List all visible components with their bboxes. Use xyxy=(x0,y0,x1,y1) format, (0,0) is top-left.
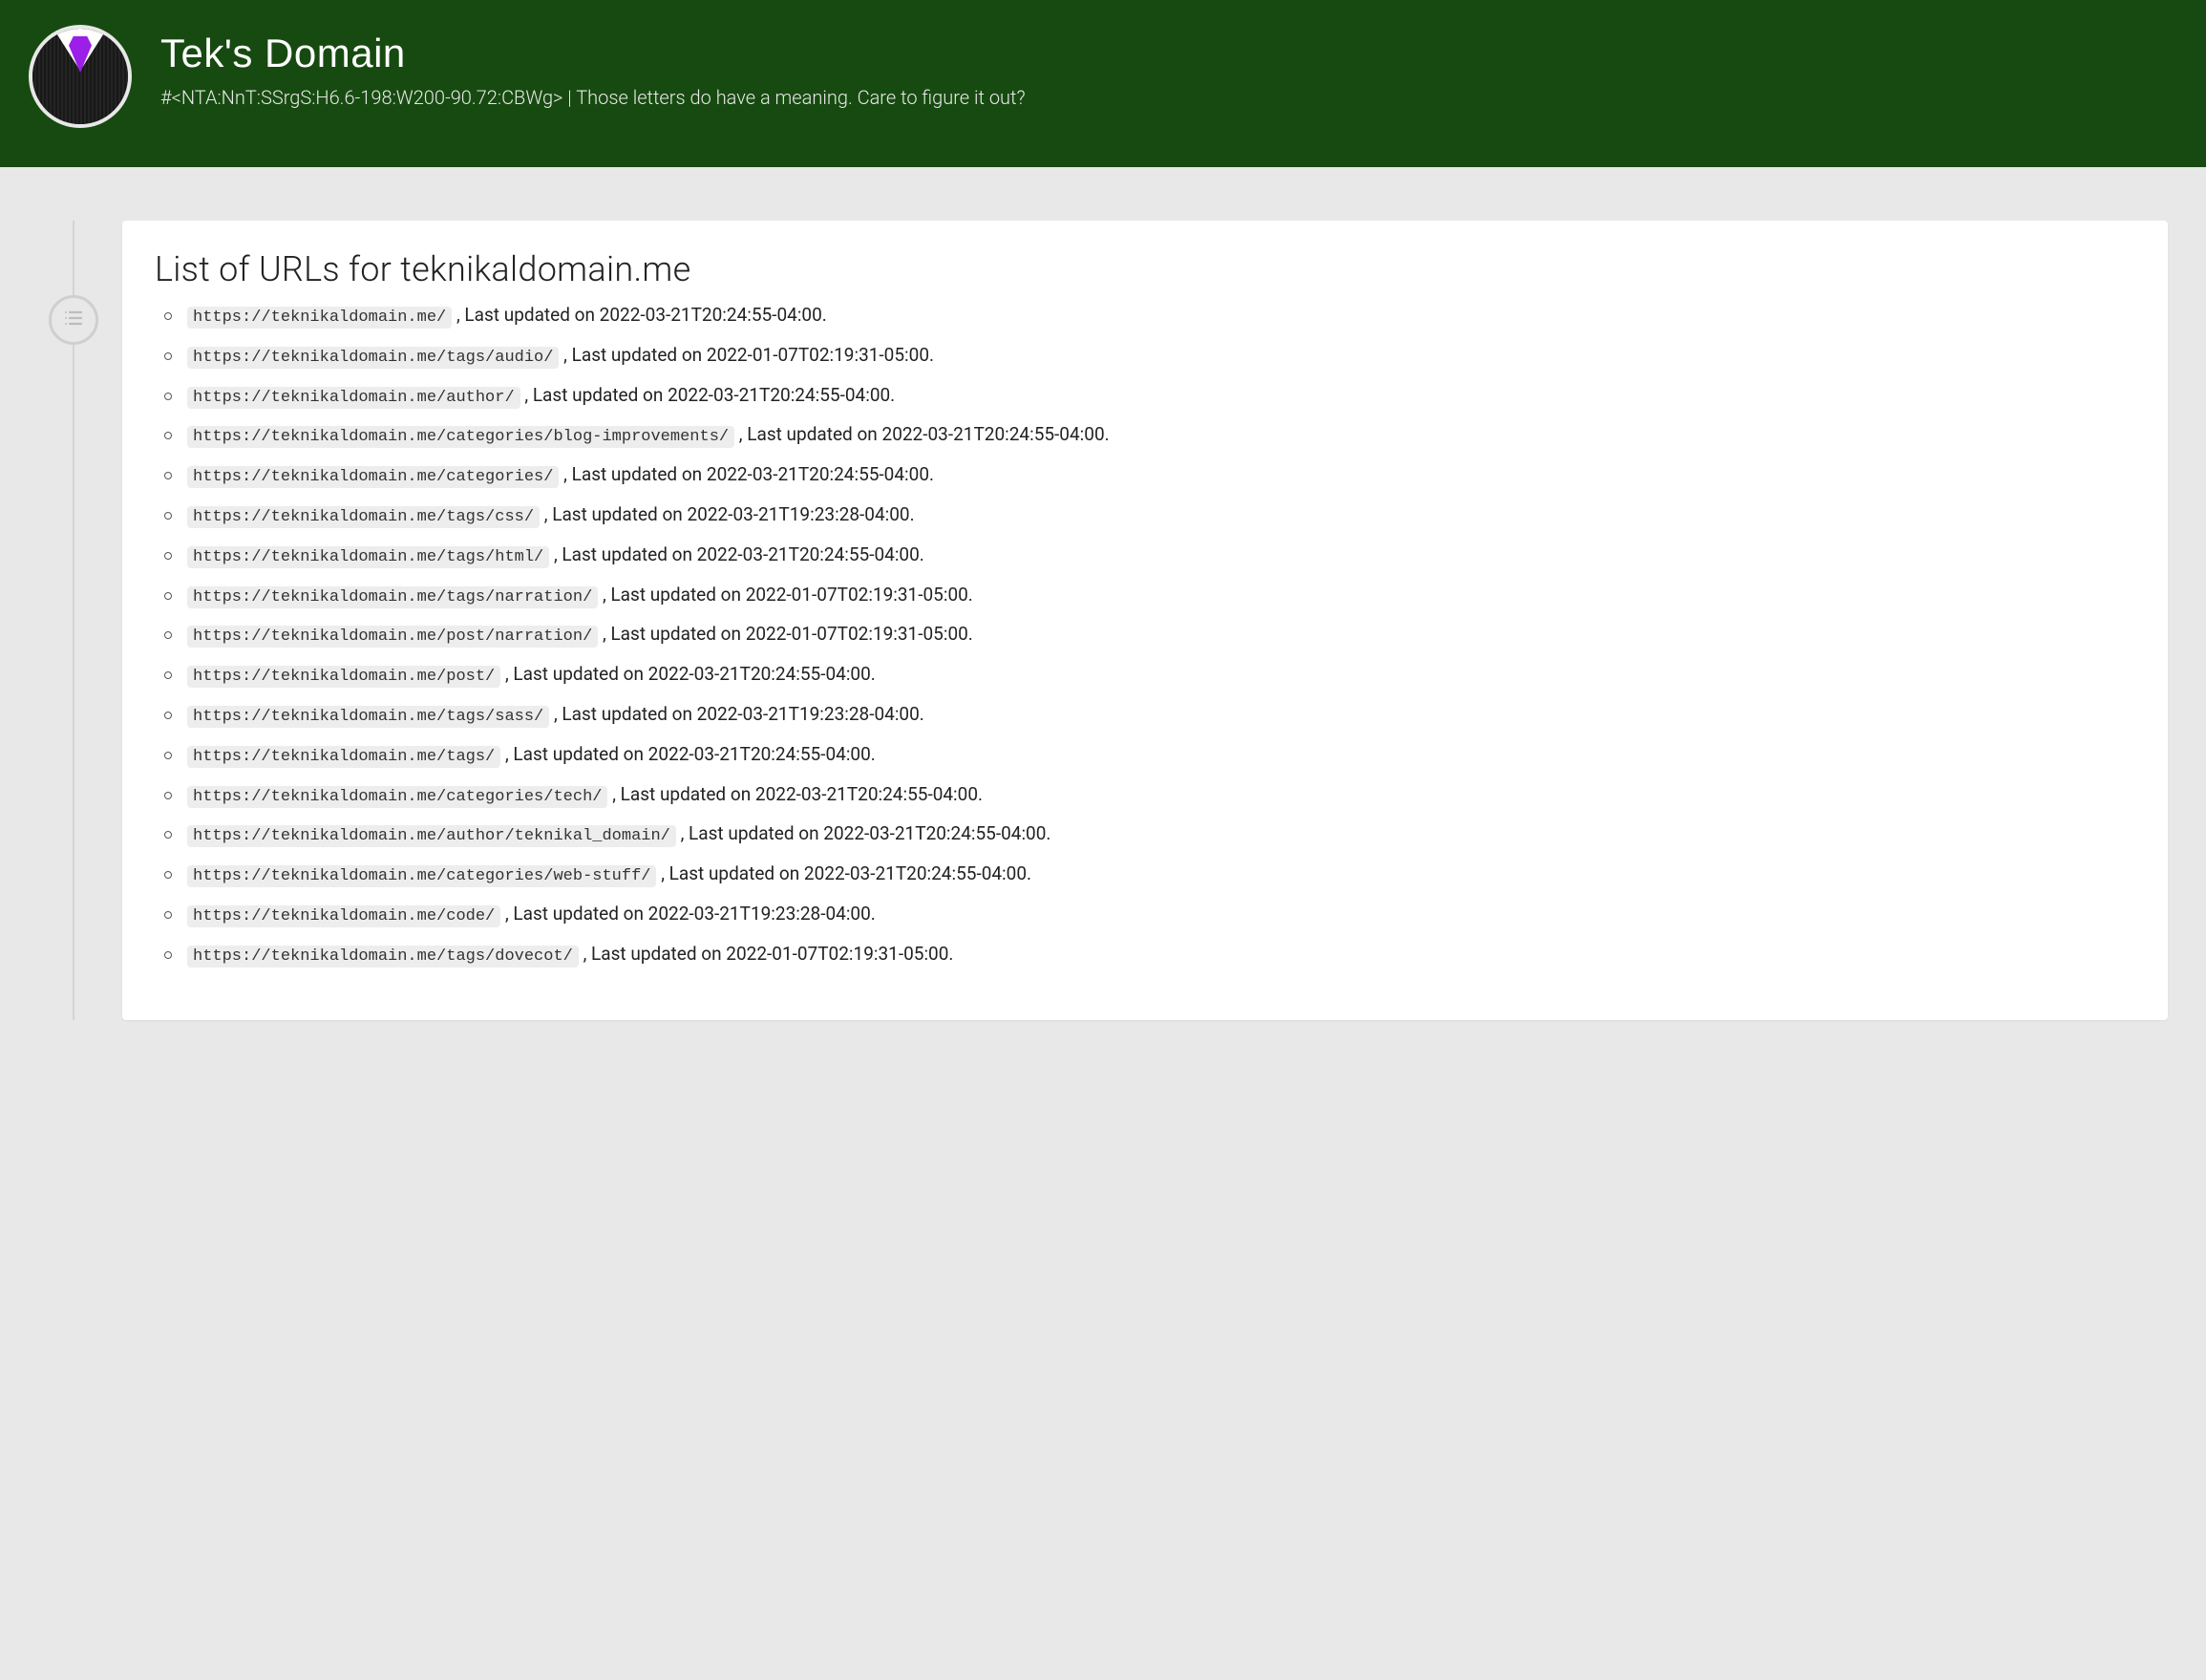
url-code[interactable]: https://teknikaldomain.me/categories/tec… xyxy=(187,786,607,808)
url-code[interactable]: https://teknikaldomain.me/author/teknika… xyxy=(187,825,676,847)
content-card: List of URLs for teknikaldomain.me https… xyxy=(122,221,2168,1020)
list-item: https://teknikaldomain.me/categories/tec… xyxy=(180,782,2135,809)
toc-button[interactable] xyxy=(49,295,98,345)
site-title[interactable]: Tek's Domain xyxy=(160,31,1026,76)
site-tagline: #<NTA:NnT:SSrgS:H6.6-198:W200-90.72:CBWg… xyxy=(160,86,1026,109)
page-title: List of URLs for teknikaldomain.me xyxy=(155,249,2135,289)
avatar[interactable] xyxy=(29,25,132,128)
url-code[interactable]: https://teknikaldomain.me/author/ xyxy=(187,387,520,409)
url-code[interactable]: https://teknikaldomain.me/tags/ xyxy=(187,746,500,768)
url-meta: , Last updated on 2022-01-07T02:19:31-05… xyxy=(598,584,973,606)
list-item: https://teknikaldomain.me/categories/ , … xyxy=(180,462,2135,489)
url-meta: , Last updated on 2022-03-21T20:24:55-04… xyxy=(500,743,876,765)
url-code[interactable]: https://teknikaldomain.me/tags/html/ xyxy=(187,546,549,568)
url-meta: , Last updated on 2022-03-21T19:23:28-04… xyxy=(500,903,876,925)
list-item: https://teknikaldomain.me/tags/html/ , L… xyxy=(180,542,2135,569)
url-meta: , Last updated on 2022-01-07T02:19:31-05… xyxy=(559,344,934,366)
list-item: https://teknikaldomain.me/categories/web… xyxy=(180,861,2135,888)
url-meta: , Last updated on 2022-03-21T19:23:28-04… xyxy=(549,703,924,725)
url-code[interactable]: https://teknikaldomain.me/tags/dovecot/ xyxy=(187,946,579,968)
url-list: https://teknikaldomain.me/ , Last update… xyxy=(155,303,2135,968)
url-code[interactable]: https://teknikaldomain.me/code/ xyxy=(187,905,500,927)
url-code[interactable]: https://teknikaldomain.me/categories/blo… xyxy=(187,426,734,448)
list-item: https://teknikaldomain.me/tags/dovecot/ … xyxy=(180,942,2135,968)
url-meta: , Last updated on 2022-03-21T20:24:55-04… xyxy=(734,423,1110,445)
list-item: https://teknikaldomain.me/author/teknika… xyxy=(180,821,2135,848)
list-item: https://teknikaldomain.me/categories/blo… xyxy=(180,422,2135,449)
url-meta: , Last updated on 2022-03-21T20:24:55-04… xyxy=(656,862,1031,884)
list-item: https://teknikaldomain.me/post/ , Last u… xyxy=(180,662,2135,689)
url-meta: , Last updated on 2022-03-21T20:24:55-04… xyxy=(452,304,827,326)
url-meta: , Last updated on 2022-03-21T20:24:55-04… xyxy=(607,783,983,805)
list-item: https://teknikaldomain.me/ , Last update… xyxy=(180,303,2135,330)
url-meta: , Last updated on 2022-03-21T20:24:55-04… xyxy=(549,543,924,565)
url-meta: , Last updated on 2022-03-21T19:23:28-04… xyxy=(540,503,915,525)
url-meta: , Last updated on 2022-03-21T20:24:55-04… xyxy=(559,463,934,485)
url-meta: , Last updated on 2022-03-21T20:24:55-04… xyxy=(676,822,1051,844)
url-code[interactable]: https://teknikaldomain.me/categories/ xyxy=(187,466,559,488)
url-meta: , Last updated on 2022-01-07T02:19:31-05… xyxy=(579,943,954,965)
url-meta: , Last updated on 2022-01-07T02:19:31-05… xyxy=(598,623,973,645)
list-item: https://teknikaldomain.me/tags/audio/ , … xyxy=(180,343,2135,370)
url-code[interactable]: https://teknikaldomain.me/post/narration… xyxy=(187,626,598,648)
url-code[interactable]: https://teknikaldomain.me/tags/sass/ xyxy=(187,706,549,728)
list-item: https://teknikaldomain.me/tags/sass/ , L… xyxy=(180,702,2135,729)
url-meta: , Last updated on 2022-03-21T20:24:55-04… xyxy=(500,663,876,685)
list-item: https://teknikaldomain.me/tags/narration… xyxy=(180,583,2135,609)
list-item: https://teknikaldomain.me/tags/ , Last u… xyxy=(180,742,2135,769)
list-item: https://teknikaldomain.me/code/ , Last u… xyxy=(180,902,2135,928)
url-meta: , Last updated on 2022-03-21T20:24:55-04… xyxy=(520,384,896,406)
list-item: https://teknikaldomain.me/post/narration… xyxy=(180,622,2135,649)
url-code[interactable]: https://teknikaldomain.me/tags/narration… xyxy=(187,586,598,608)
site-header: Tek's Domain #<NTA:NnT:SSrgS:H6.6-198:W2… xyxy=(0,0,2206,167)
list-item: https://teknikaldomain.me/author/ , Last… xyxy=(180,383,2135,410)
url-code[interactable]: https://teknikaldomain.me/categories/web… xyxy=(187,865,656,887)
url-code[interactable]: https://teknikaldomain.me/tags/audio/ xyxy=(187,347,559,369)
list-icon xyxy=(62,307,85,333)
url-code[interactable]: https://teknikaldomain.me/post/ xyxy=(187,666,500,688)
timeline: List of URLs for teknikaldomain.me https… xyxy=(0,221,2206,1020)
header-text: Tek's Domain #<NTA:NnT:SSrgS:H6.6-198:W2… xyxy=(160,21,1026,109)
url-code[interactable]: https://teknikaldomain.me/ xyxy=(187,307,452,329)
list-item: https://teknikaldomain.me/tags/css/ , La… xyxy=(180,502,2135,529)
url-code[interactable]: https://teknikaldomain.me/tags/css/ xyxy=(187,506,540,528)
